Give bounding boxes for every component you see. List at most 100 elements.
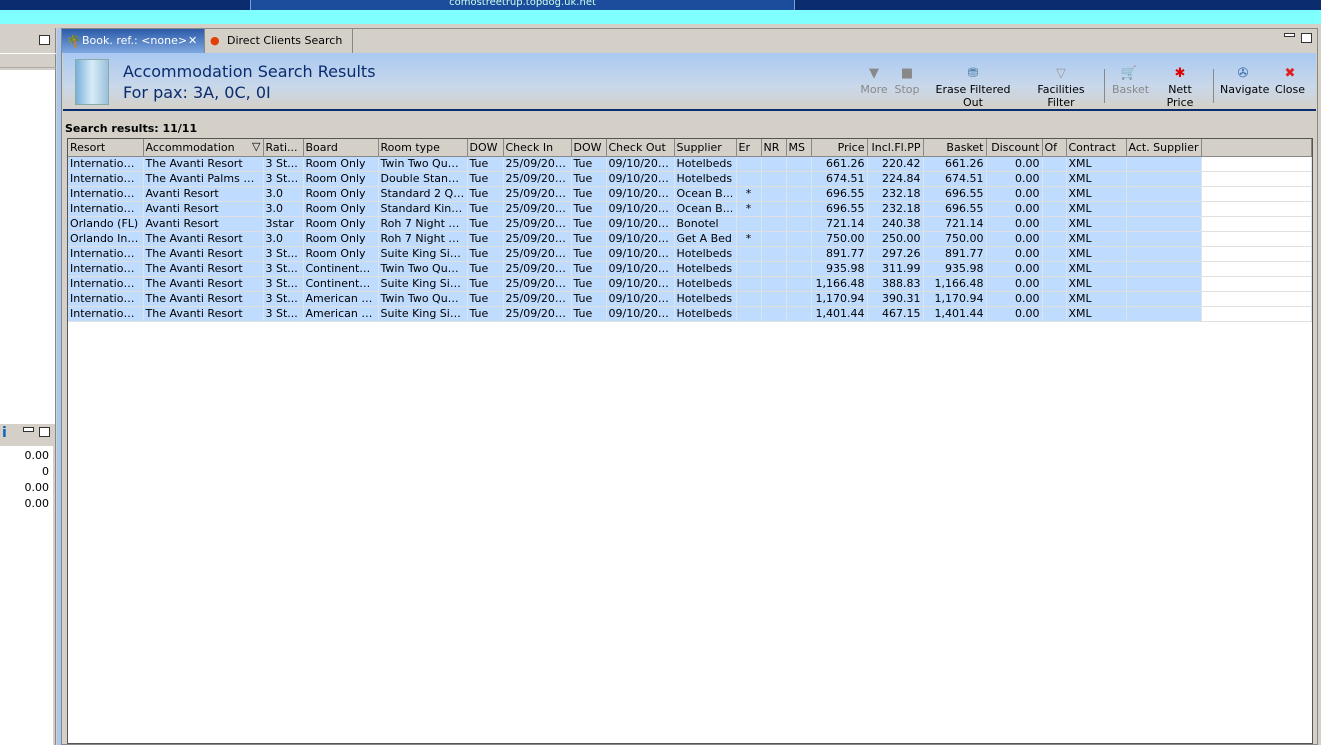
close-tab-icon[interactable]: ✕ (188, 29, 197, 53)
table-cell: 09/10/2018 (606, 231, 675, 247)
column-header[interactable]: Er (736, 139, 762, 157)
filter-icon[interactable]: ▽ (252, 140, 260, 153)
column-header-filler (1201, 139, 1312, 157)
table-cell (761, 261, 787, 277)
table-cell (786, 276, 812, 292)
table-cell: Tue (467, 156, 504, 172)
table-cell: 3 St... (263, 276, 304, 292)
table-cell: The Avanti Resort (143, 231, 264, 247)
column-header[interactable]: Room type (378, 139, 468, 157)
table-cell: 661.26 (923, 156, 987, 172)
table-cell: Tue (467, 216, 504, 232)
table-cell: 0.00 (986, 276, 1043, 292)
table-cell: Tue (571, 231, 607, 247)
erase-filtered-out-button[interactable]: ⛃ Erase Filtered Out (928, 65, 1018, 109)
table-row[interactable]: Internation... The Avanti Resort 3 St... Am… (68, 306, 1312, 322)
maximize-icon[interactable] (1301, 33, 1312, 43)
tab-booking[interactable]: 🌴 Book. ref.: <none> ✕ (62, 29, 205, 53)
results-count: Search results: 11/11 (65, 122, 198, 135)
column-header[interactable]: Supplier (674, 139, 737, 157)
table-cell: 25/09/2018 (503, 201, 572, 217)
table-cell: 674.51 (923, 171, 987, 187)
search-results-view: 🌴 Book. ref.: <none> ✕ ● Direct Clients … (61, 28, 1318, 745)
table-cell (1042, 201, 1067, 217)
results-header: Accommodation Search Results For pax: 3A… (63, 53, 1316, 111)
column-header[interactable]: DOW (571, 139, 607, 157)
table-row[interactable]: Orlando (FL) Avanti Resort 3star Room Only R… (68, 216, 1312, 232)
column-header[interactable]: Contract (1066, 139, 1127, 157)
table-cell: The Avanti Resort (143, 291, 264, 307)
desktop-strip (0, 10, 1321, 24)
basket-button[interactable]: 🛒 Basket (1112, 65, 1149, 105)
column-header[interactable]: Act. Supplier (1126, 139, 1202, 157)
table-cell: 696.55 (923, 186, 987, 202)
column-header[interactable]: NR (761, 139, 787, 157)
table-cell: Continental... (303, 276, 379, 292)
navigate-button[interactable]: ✇ Navigate (1220, 65, 1270, 105)
table-cell: Tue (571, 246, 607, 262)
table-row[interactable]: Internation... Avanti Resort 3.0 Room Only S… (68, 201, 1312, 217)
table-row[interactable]: Internation... The Avanti Resort 3 St... Am… (68, 291, 1312, 307)
table-cell: Twin Two Que... (378, 291, 468, 307)
column-header[interactable]: Rati... (263, 139, 304, 157)
column-header[interactable]: Discount (986, 139, 1043, 157)
column-header[interactable]: Check In (503, 139, 572, 157)
table-cell: The Avanti Resort (143, 276, 264, 292)
table-cell: The Avanti Resort (143, 261, 264, 277)
table-cell (1126, 216, 1202, 232)
column-header[interactable]: DOW (467, 139, 504, 157)
table-cell: The Avanti Resort (143, 156, 264, 172)
column-header[interactable]: Price (811, 139, 868, 157)
tab-direct-clients-search[interactable]: ● Direct Clients Search (205, 29, 353, 53)
column-header[interactable]: Check Out (606, 139, 675, 157)
table-cell: Hotelbeds (674, 171, 737, 187)
table-cell: 3 St... (263, 246, 304, 262)
column-header[interactable]: Board (303, 139, 379, 157)
more-button[interactable]: ▼ More (859, 65, 889, 105)
table-cell: 25/09/2018 (503, 216, 572, 232)
close-label: Close (1275, 83, 1305, 96)
stop-button[interactable]: ■ Stop (894, 65, 920, 105)
column-header[interactable]: MS (786, 139, 812, 157)
table-cell: 3 St... (263, 156, 304, 172)
navigate-label: Navigate (1220, 83, 1270, 96)
table-cell: 3 Stars (263, 171, 304, 187)
minimize-icon[interactable] (39, 35, 50, 45)
table-row[interactable]: Orlando Int... The Avanti Resort 3.0 Room O… (68, 231, 1312, 247)
facilities-filter-button[interactable]: ▽ Facilities Filter (1026, 65, 1096, 109)
value: 0.00 (24, 497, 50, 510)
info-icon[interactable]: i (2, 425, 7, 441)
table-cell (736, 306, 762, 322)
table-cell: Tue (467, 276, 504, 292)
table-cell: XML (1066, 216, 1127, 232)
table-cell: Tue (467, 291, 504, 307)
table-row[interactable]: Internation... The Avanti Resort 3 St... Co… (68, 276, 1312, 292)
column-header[interactable]: Basket (923, 139, 987, 157)
table-cell: 0.00 (986, 231, 1043, 247)
table-row[interactable]: Internation... The Avanti Resort 3 St... Ro… (68, 156, 1312, 172)
table-cell: Internation... (68, 276, 144, 292)
left-pane-header (0, 53, 56, 68)
column-header[interactable]: Incl.Fl.PP (867, 139, 924, 157)
table-cell: 1,170.94 (811, 291, 868, 307)
table-cell: XML (1066, 231, 1127, 247)
table-row[interactable]: Internation... The Avanti Palms Re... 3 St… (68, 171, 1312, 187)
table-row[interactable]: Internation... The Avanti Resort 3 St... Co… (68, 261, 1312, 277)
table-row[interactable]: Internation... The Avanti Resort 3 St... Ro… (68, 246, 1312, 262)
table-cell: 1,166.48 (923, 276, 987, 292)
value: 0.00 (24, 481, 50, 494)
column-header[interactable]: Resort (68, 139, 144, 157)
maximize-icon[interactable] (39, 427, 50, 437)
minimize-icon[interactable] (1284, 33, 1295, 37)
table-cell (761, 171, 787, 187)
nett-price-button[interactable]: ✱ Nett Price (1155, 65, 1205, 109)
close-button[interactable]: ✖ Close (1273, 65, 1307, 105)
column-header[interactable]: Of (1042, 139, 1067, 157)
column-header[interactable]: Accommodation ▽ (143, 139, 264, 157)
table-cell (1126, 201, 1202, 217)
minimize-icon[interactable] (23, 427, 34, 432)
table-cell: Hotelbeds (674, 306, 737, 322)
table-row[interactable]: Internation... Avanti Resort 3.0 Room Only S… (68, 186, 1312, 202)
table-cell (1126, 291, 1202, 307)
table-cell: 891.77 (923, 246, 987, 262)
